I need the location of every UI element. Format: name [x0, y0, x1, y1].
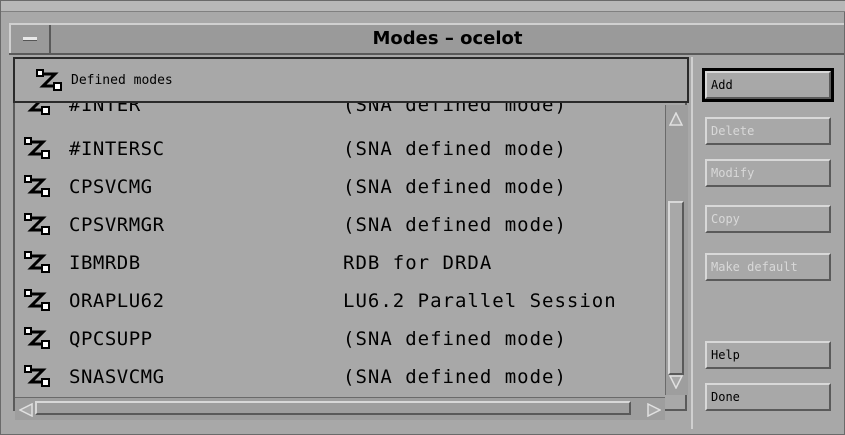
modify-button[interactable]: Modify [705, 159, 831, 187]
mode-description: (SNA defined mode) [343, 328, 567, 350]
mode-icon [23, 364, 51, 392]
horizontal-scrollbar[interactable] [15, 397, 665, 420]
list-header-label: Defined modes [71, 73, 173, 88]
modes-list[interactable]: #INTER (SNA defined mode) #INTERSC (SNA … [15, 61, 665, 401]
horizontal-scroll-thumb[interactable] [35, 401, 631, 415]
copy-button[interactable]: Copy [705, 205, 831, 233]
mode-name: CPSVCMG [69, 176, 153, 198]
action-button-panel: Add Delete Modify Copy Make default Help… [691, 57, 844, 429]
mode-description: (SNA defined mode) [343, 214, 567, 236]
mode-name: IBMRDB [69, 252, 141, 274]
mode-icon [23, 174, 51, 202]
list-item[interactable]: ORAPLU62 LU6.2 Parallel Session [15, 281, 665, 321]
mode-icon [23, 250, 51, 278]
delete-button[interactable]: Delete [705, 117, 831, 145]
mode-description: (SNA defined mode) [343, 366, 567, 388]
mode-description: (SNA defined mode) [343, 138, 567, 160]
window-menu-button[interactable] [9, 25, 51, 53]
mode-name: CPSVRMGR [69, 214, 165, 236]
scroll-down-arrow-icon[interactable] [668, 374, 684, 393]
window-top-strip [1, 1, 845, 12]
mode-name: SNASVCMG [69, 366, 165, 388]
done-button[interactable]: Done [705, 383, 831, 411]
mode-icon [23, 212, 51, 240]
window-title: Modes – ocelot [372, 28, 523, 49]
mode-description: (SNA defined mode) [343, 176, 567, 198]
modes-window: Modes – ocelot #INTER (SNA defined mode)… [0, 0, 845, 435]
mode-name: ORAPLU62 [69, 290, 165, 312]
mode-icon [23, 136, 51, 164]
list-header: Defined modes [13, 57, 689, 103]
scroll-left-arrow-icon[interactable] [18, 402, 33, 421]
make-default-button[interactable]: Make default [705, 253, 831, 281]
mode-name: #INTERSC [69, 138, 165, 160]
list-item[interactable]: #INTERSC (SNA defined mode) [15, 129, 665, 169]
mode-icon [23, 288, 51, 316]
add-button[interactable]: Add [702, 68, 834, 102]
list-item[interactable]: CPSVRMGR (SNA defined mode) [15, 205, 665, 245]
scroll-right-arrow-icon[interactable] [647, 402, 662, 421]
list-item[interactable]: SNASVCMG (SNA defined mode) [15, 357, 665, 397]
mode-name: QPCSUPP [69, 328, 153, 350]
mode-icon [23, 326, 51, 354]
mode-icon [35, 68, 63, 96]
mode-description: LU6.2 Parallel Session [343, 290, 617, 312]
vertical-scroll-thumb[interactable] [668, 201, 684, 375]
mode-description: RDB for DRDA [343, 252, 493, 274]
help-button[interactable]: Help [705, 341, 831, 369]
vertical-scrollbar[interactable] [665, 105, 688, 395]
scroll-up-arrow-icon[interactable] [668, 111, 684, 130]
list-item[interactable]: CPSVCMG (SNA defined mode) [15, 167, 665, 207]
window-menu-icon [23, 37, 37, 41]
title-bar[interactable]: Modes – ocelot [9, 23, 844, 55]
list-item[interactable]: QPCSUPP (SNA defined mode) [15, 319, 665, 359]
list-item[interactable]: IBMRDB RDB for DRDA [15, 243, 665, 283]
